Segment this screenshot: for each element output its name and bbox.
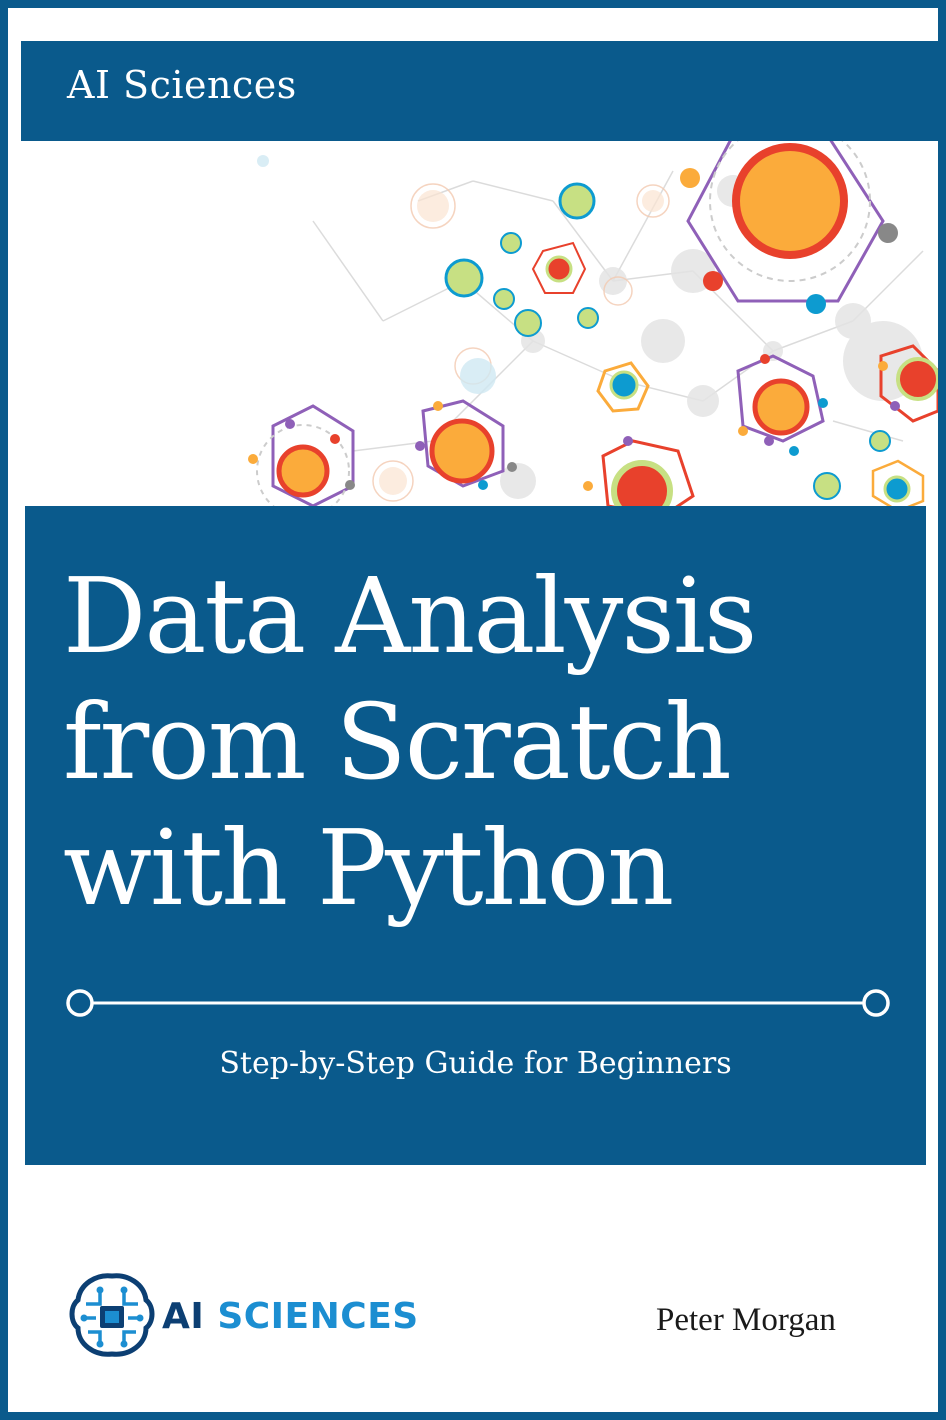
logo-wordmark-ai: AI: [162, 1296, 205, 1337]
book-title-line-3: with Python: [63, 807, 674, 929]
book-title-line-1: Data Analysis: [63, 555, 757, 677]
logo-wordmark: AI SCIENCES: [162, 1296, 419, 1337]
publisher-name: AI Sciences: [67, 63, 297, 107]
title-panel: Data Analysis from Scratch with Python S…: [25, 506, 926, 1165]
book-cover: AI Sciences Data Analysis from Scratch w…: [0, 0, 946, 1420]
book-subtitle: Step-by-Step Guide for Beginners: [219, 1046, 732, 1081]
brain-circuit-icon: [69, 1273, 155, 1357]
molecular-network-illustration: [248, 141, 938, 506]
publisher-banner: AI Sciences: [21, 41, 938, 141]
book-title-line-2: from Scratch: [63, 681, 732, 803]
author-name: Peter Morgan: [656, 1302, 836, 1338]
logo-wordmark-sciences: SCIENCES: [217, 1296, 419, 1337]
title-divider: [66, 989, 890, 1017]
